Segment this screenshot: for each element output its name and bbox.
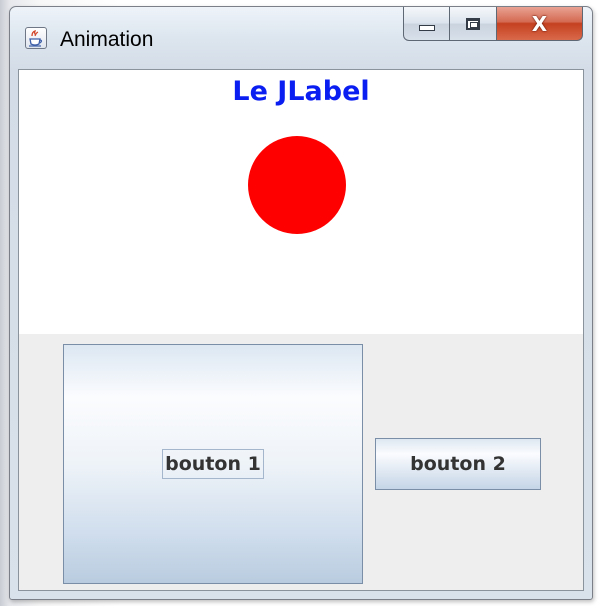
title-bar[interactable]: Animation X	[10, 7, 592, 69]
minimize-icon	[418, 24, 435, 31]
jlabel-text: Le JLabel	[232, 76, 370, 107]
java-cup-icon[interactable]	[25, 27, 47, 49]
button-1[interactable]: bouton 1	[63, 344, 363, 584]
close-button[interactable]: X	[497, 7, 583, 41]
red-ball	[248, 136, 346, 234]
animation-panel: Le JLabel	[19, 70, 583, 334]
window-title: Animation	[60, 28, 154, 51]
maximize-icon	[466, 17, 480, 30]
content-pane: Le JLabel bouton 1 bouton 2	[18, 69, 584, 591]
maximize-button[interactable]	[450, 7, 497, 41]
button-2-label: bouton 2	[410, 453, 506, 475]
close-icon: X	[531, 11, 548, 36]
minimize-button[interactable]	[403, 7, 450, 41]
button-2[interactable]: bouton 2	[375, 438, 541, 490]
app-window: Animation X Le JLabel bouton 1 bouton 2	[9, 6, 593, 600]
button-1-label: bouton 1	[162, 449, 264, 479]
window-controls: X	[403, 7, 583, 42]
